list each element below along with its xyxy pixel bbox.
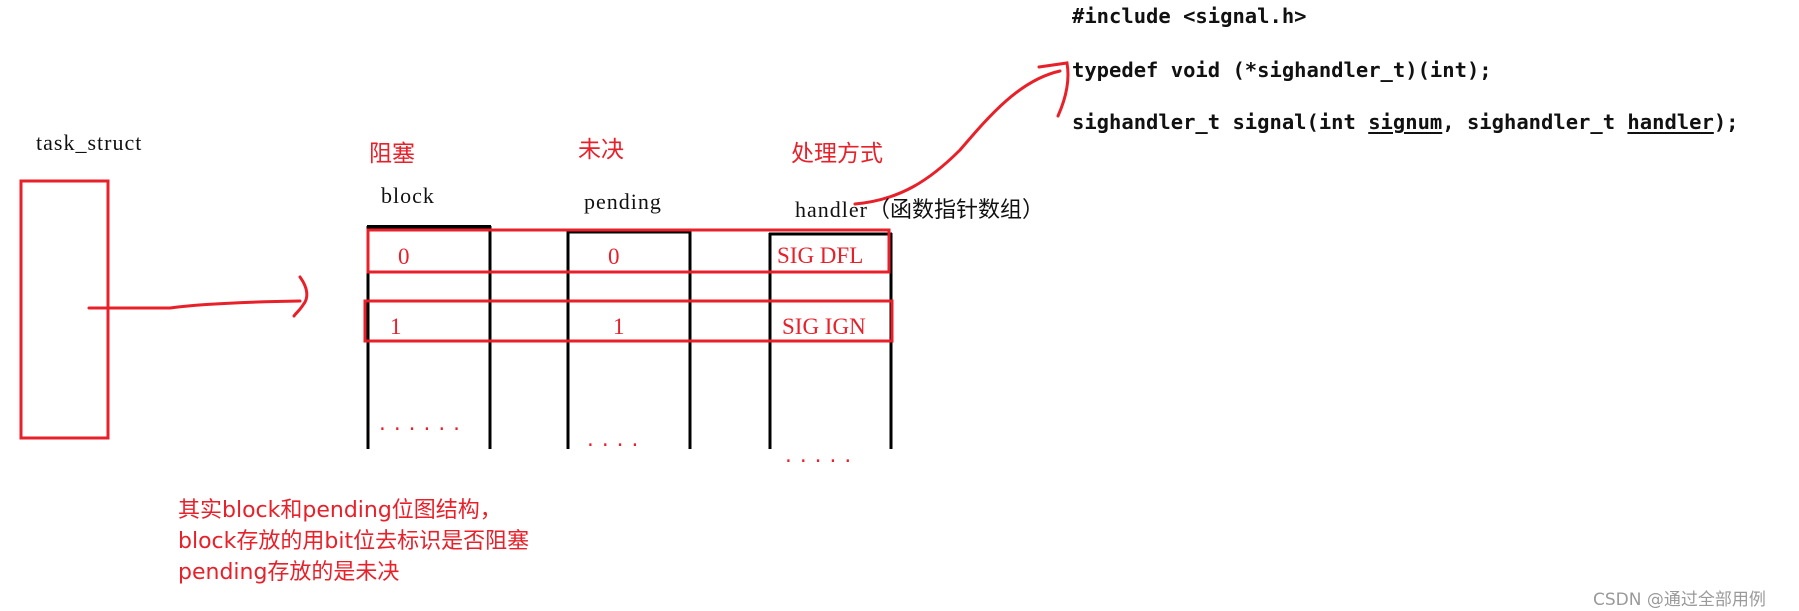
code-signal-mid: , sighandler_t bbox=[1442, 110, 1628, 134]
code-param-handler: handler bbox=[1627, 110, 1714, 134]
pending-row-0-value: 0 bbox=[608, 244, 620, 269]
csdn-watermark: CSDN @通过全部用例 bbox=[1593, 590, 1766, 610]
pending-row-1-value: 1 bbox=[613, 314, 625, 339]
handler-cn-label: 处理方式 bbox=[791, 141, 883, 167]
note-line-3: pending存放的是未决 bbox=[178, 560, 400, 585]
code-signal-prefix: sighandler_t signal(int bbox=[1072, 110, 1369, 134]
explanation-note: 其实block和pending位图结构， block存放的用bit位去标识是否阻… bbox=[178, 495, 529, 588]
note-line-2: block存放的用bit位去标识是否阻塞 bbox=[178, 529, 530, 554]
block-cn-label: 阻塞 bbox=[369, 141, 415, 167]
pending-ellipsis: .... bbox=[585, 430, 645, 451]
handler-en-label: handler（函数指针数组） bbox=[795, 192, 1044, 224]
handler-row-1-value: SIG IGN bbox=[782, 314, 866, 339]
block-ellipsis: ...... bbox=[377, 414, 467, 435]
pending-en-label: pending bbox=[584, 189, 662, 214]
code-line-include: #include <signal.h> bbox=[1072, 4, 1307, 28]
handler-row-0-value: SIG DFL bbox=[777, 243, 864, 268]
task-struct-arrow bbox=[87, 299, 302, 310]
block-en-label: block bbox=[381, 183, 435, 208]
code-signal-suffix: ); bbox=[1713, 110, 1739, 134]
handler-en-text: handler bbox=[795, 197, 868, 222]
handler-to-typedef-arrow bbox=[853, 69, 1062, 206]
handler-note: （函数指针数组） bbox=[867, 198, 1044, 223]
code-line-typedef: typedef void (*sighandler_t)(int); bbox=[1072, 58, 1492, 82]
task-struct-label: task_struct bbox=[36, 130, 143, 155]
code-line-signal: sighandler_t signal(int signum, sighandl… bbox=[1072, 110, 1739, 134]
handler-to-typedef-arrowhead bbox=[1037, 61, 1070, 118]
pending-cn-label: 未决 bbox=[578, 137, 624, 163]
block-row-1-value: 1 bbox=[390, 314, 402, 339]
handler-ellipsis: ..... bbox=[783, 446, 858, 467]
task-struct-arrowhead bbox=[292, 275, 309, 318]
code-param-signum: signum bbox=[1368, 110, 1443, 134]
block-row-0-value: 0 bbox=[398, 244, 410, 269]
note-line-1: 其实block和pending位图结构， bbox=[178, 498, 502, 523]
